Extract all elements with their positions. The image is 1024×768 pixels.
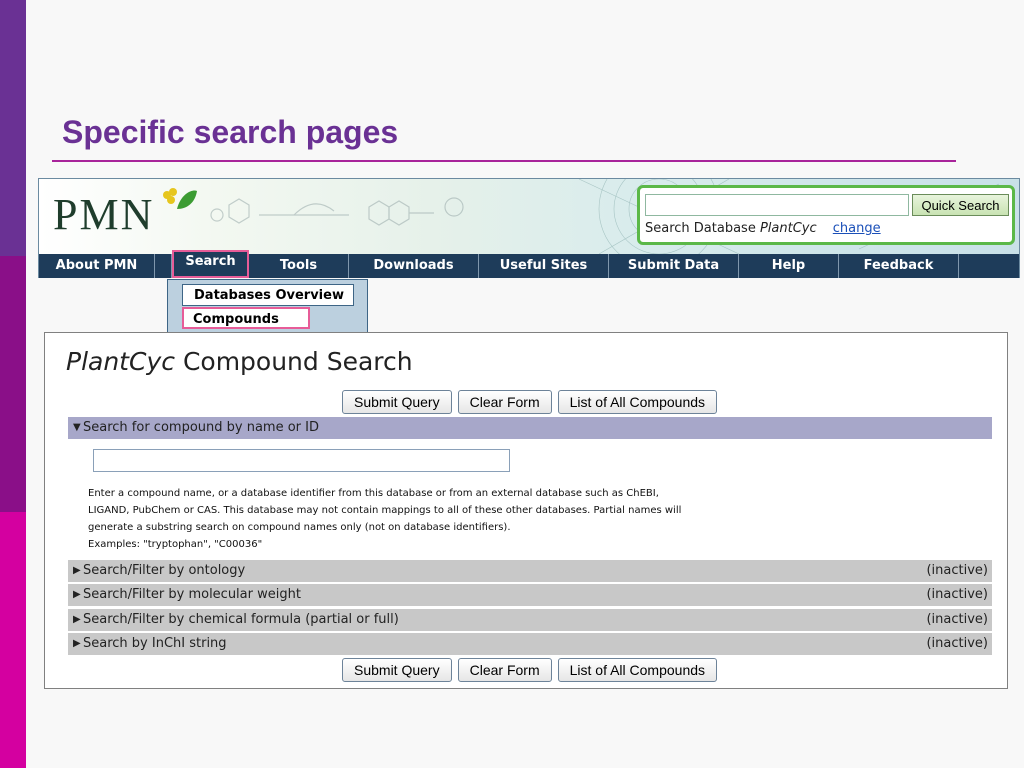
submit-query-button[interactable]: Submit Query — [342, 658, 452, 682]
main-nav: About PMN Search Tools Downloads Useful … — [39, 250, 1019, 278]
nav-submit-data[interactable]: Submit Data — [609, 254, 739, 278]
search-help-text: Enter a compound name, or a database ide… — [88, 485, 688, 553]
help-line: generate a substring search on compound … — [88, 522, 511, 533]
triangle-right-icon: ▶ — [73, 638, 81, 649]
title-rule — [52, 160, 956, 162]
triangle-right-icon: ▶ — [73, 565, 81, 576]
section-molecular-weight[interactable]: ▶ Search/Filter by molecular weight (ina… — [68, 584, 992, 606]
nav-downloads[interactable]: Downloads — [349, 254, 479, 278]
panel-title-db: PlantCyc — [66, 347, 175, 376]
section-label: Search for compound by name or ID — [83, 420, 319, 435]
pmn-banner: PMN Quick Search Search Database PlantCy… — [38, 178, 1020, 278]
nav-spacer — [155, 254, 172, 278]
quick-search-input[interactable] — [645, 194, 909, 216]
section-label: Search/Filter by ontology — [83, 563, 246, 578]
search-database-line: Search Database PlantCyc change — [645, 221, 881, 236]
dropdown-databases-overview[interactable]: Databases Overview — [182, 284, 354, 306]
section-ontology[interactable]: ▶ Search/Filter by ontology (inactive) — [68, 560, 992, 582]
quick-search-box: Quick Search Search Database PlantCyc ch… — [637, 185, 1015, 245]
nav-search[interactable]: Search — [172, 250, 249, 278]
search-dropdown-menu: Databases Overview Compounds — [167, 279, 368, 337]
search-database-name: PlantCyc — [759, 221, 817, 236]
inactive-label: (inactive) — [926, 563, 988, 578]
molecule-graphic-icon — [210, 197, 464, 226]
button-row-bottom: Submit Query Clear Form List of All Comp… — [342, 658, 718, 682]
pmn-logo[interactable]: PMN — [53, 189, 154, 240]
pmn-header: PMN Quick Search Search Database PlantCy… — [39, 179, 1019, 254]
section-label: Search/Filter by molecular weight — [83, 587, 301, 602]
slide-title: Specific search pages — [62, 114, 399, 150]
triangle-right-icon: ▶ — [73, 589, 81, 600]
nav-tools[interactable]: Tools — [249, 254, 349, 278]
triangle-down-icon: ▼ — [73, 422, 81, 433]
inactive-label: (inactive) — [926, 587, 988, 602]
nav-useful-sites[interactable]: Useful Sites — [479, 254, 609, 278]
slide-bar-pink — [0, 512, 26, 768]
section-label: Search by InChI string — [83, 636, 227, 651]
compound-name-input[interactable] — [93, 449, 510, 472]
inactive-label: (inactive) — [926, 636, 988, 651]
section-chemical-formula[interactable]: ▶ Search/Filter by chemical formula (par… — [68, 609, 992, 631]
help-line: Examples: "tryptophan", "C00036" — [88, 539, 263, 550]
leaf-icon — [163, 188, 197, 209]
nav-help[interactable]: Help — [739, 254, 839, 278]
compound-search-panel: PlantCyc Compound Search Submit Query Cl… — [44, 332, 1008, 689]
button-row-top: Submit Query Clear Form List of All Comp… — [342, 390, 718, 414]
dropdown-compounds[interactable]: Compounds — [182, 307, 310, 329]
submit-query-button[interactable]: Submit Query — [342, 390, 452, 414]
quick-search-button[interactable]: Quick Search — [912, 194, 1009, 216]
section-label: Search/Filter by chemical formula (parti… — [83, 612, 399, 627]
nav-feedback[interactable]: Feedback — [839, 254, 959, 278]
slide-bar-magenta — [0, 256, 26, 512]
change-database-link[interactable]: change — [833, 221, 881, 236]
list-all-compounds-button[interactable]: List of All Compounds — [557, 390, 718, 414]
clear-form-button[interactable]: Clear Form — [457, 390, 552, 414]
slide-bar-purple — [0, 0, 26, 256]
inactive-label: (inactive) — [926, 612, 988, 627]
search-database-label: Search Database — [645, 221, 756, 236]
panel-title-text: Compound Search — [182, 347, 413, 376]
panel-title: PlantCyc Compound Search — [66, 347, 413, 376]
list-all-compounds-button[interactable]: List of All Compounds — [557, 658, 718, 682]
section-name-or-id[interactable]: ▼ Search for compound by name or ID — [68, 417, 992, 439]
nav-about-pmn[interactable]: About PMN — [39, 254, 155, 278]
section-inchi[interactable]: ▶ Search by InChI string (inactive) — [68, 633, 992, 655]
help-line: Enter a compound name, or a database ide… — [88, 488, 659, 499]
clear-form-button[interactable]: Clear Form — [457, 658, 552, 682]
help-line: LIGAND, PubChem or CAS. This database ma… — [88, 505, 682, 516]
triangle-right-icon: ▶ — [73, 614, 81, 625]
